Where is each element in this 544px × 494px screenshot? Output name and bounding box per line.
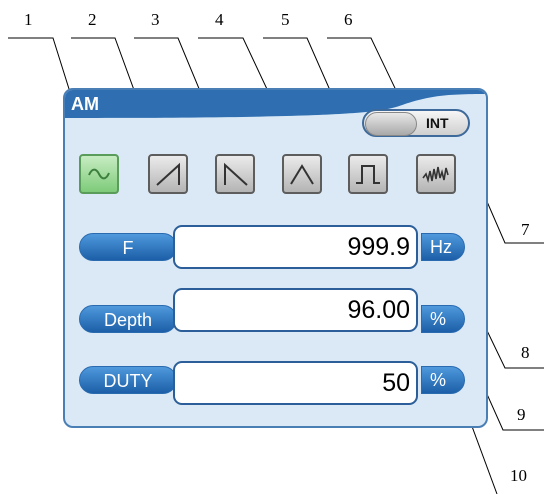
duty-input[interactable]: 50 [173, 361, 418, 405]
frequency-unit[interactable]: Hz [421, 233, 465, 261]
ramp-down-icon [224, 162, 248, 186]
depth-label-text: Depth [103, 310, 153, 330]
am-modulation-panel: AM INT F Hz 999.9 Depth % 96.00 DUTY % 5… [63, 88, 488, 428]
panel-title: AM [71, 94, 99, 114]
sine-wave-icon [88, 168, 110, 180]
noise-wave-icon [422, 166, 449, 183]
frequency-unit-text: Hz [430, 237, 452, 257]
frequency-label-text: F [122, 238, 134, 258]
callout-number: 4 [215, 10, 224, 29]
toggle-label: INT [426, 115, 449, 131]
frequency-value: 999.9 [347, 233, 410, 261]
callout-number: 6 [344, 10, 353, 29]
toggle-knob[interactable] [365, 112, 417, 136]
square-wave-icon [356, 165, 380, 184]
callout-number: 8 [521, 343, 530, 362]
callout-number: 5 [281, 10, 290, 29]
ramp-up-button[interactable] [148, 154, 188, 194]
depth-label: Depth [79, 305, 177, 333]
triangle-wave-button[interactable] [282, 154, 322, 194]
ramp-up-icon [156, 162, 180, 186]
duty-label-text: DUTY [103, 371, 153, 391]
duty-label: DUTY [79, 366, 177, 394]
ramp-down-button[interactable] [215, 154, 255, 194]
callout-number: 10 [510, 466, 527, 485]
frequency-input[interactable]: 999.9 [173, 225, 418, 269]
callout-number: 1 [24, 10, 33, 29]
callout-number: 9 [517, 405, 526, 424]
callout-number: 7 [521, 220, 530, 239]
sine-wave-button[interactable] [79, 154, 119, 194]
depth-input[interactable]: 96.00 [173, 288, 418, 332]
depth-unit[interactable]: % [421, 305, 465, 333]
triangle-wave-icon [290, 164, 314, 185]
source-toggle-switch[interactable]: INT [362, 109, 470, 137]
duty-unit[interactable]: % [421, 366, 465, 394]
frequency-label: F [79, 233, 177, 261]
square-wave-button[interactable] [348, 154, 388, 194]
callout-number: 2 [88, 10, 97, 29]
callout-number: 3 [151, 10, 160, 29]
depth-value: 96.00 [347, 296, 410, 324]
noise-wave-button[interactable] [416, 154, 456, 194]
duty-value: 50 [382, 369, 410, 397]
duty-unit-text: % [430, 370, 447, 390]
depth-unit-text: % [430, 309, 447, 329]
